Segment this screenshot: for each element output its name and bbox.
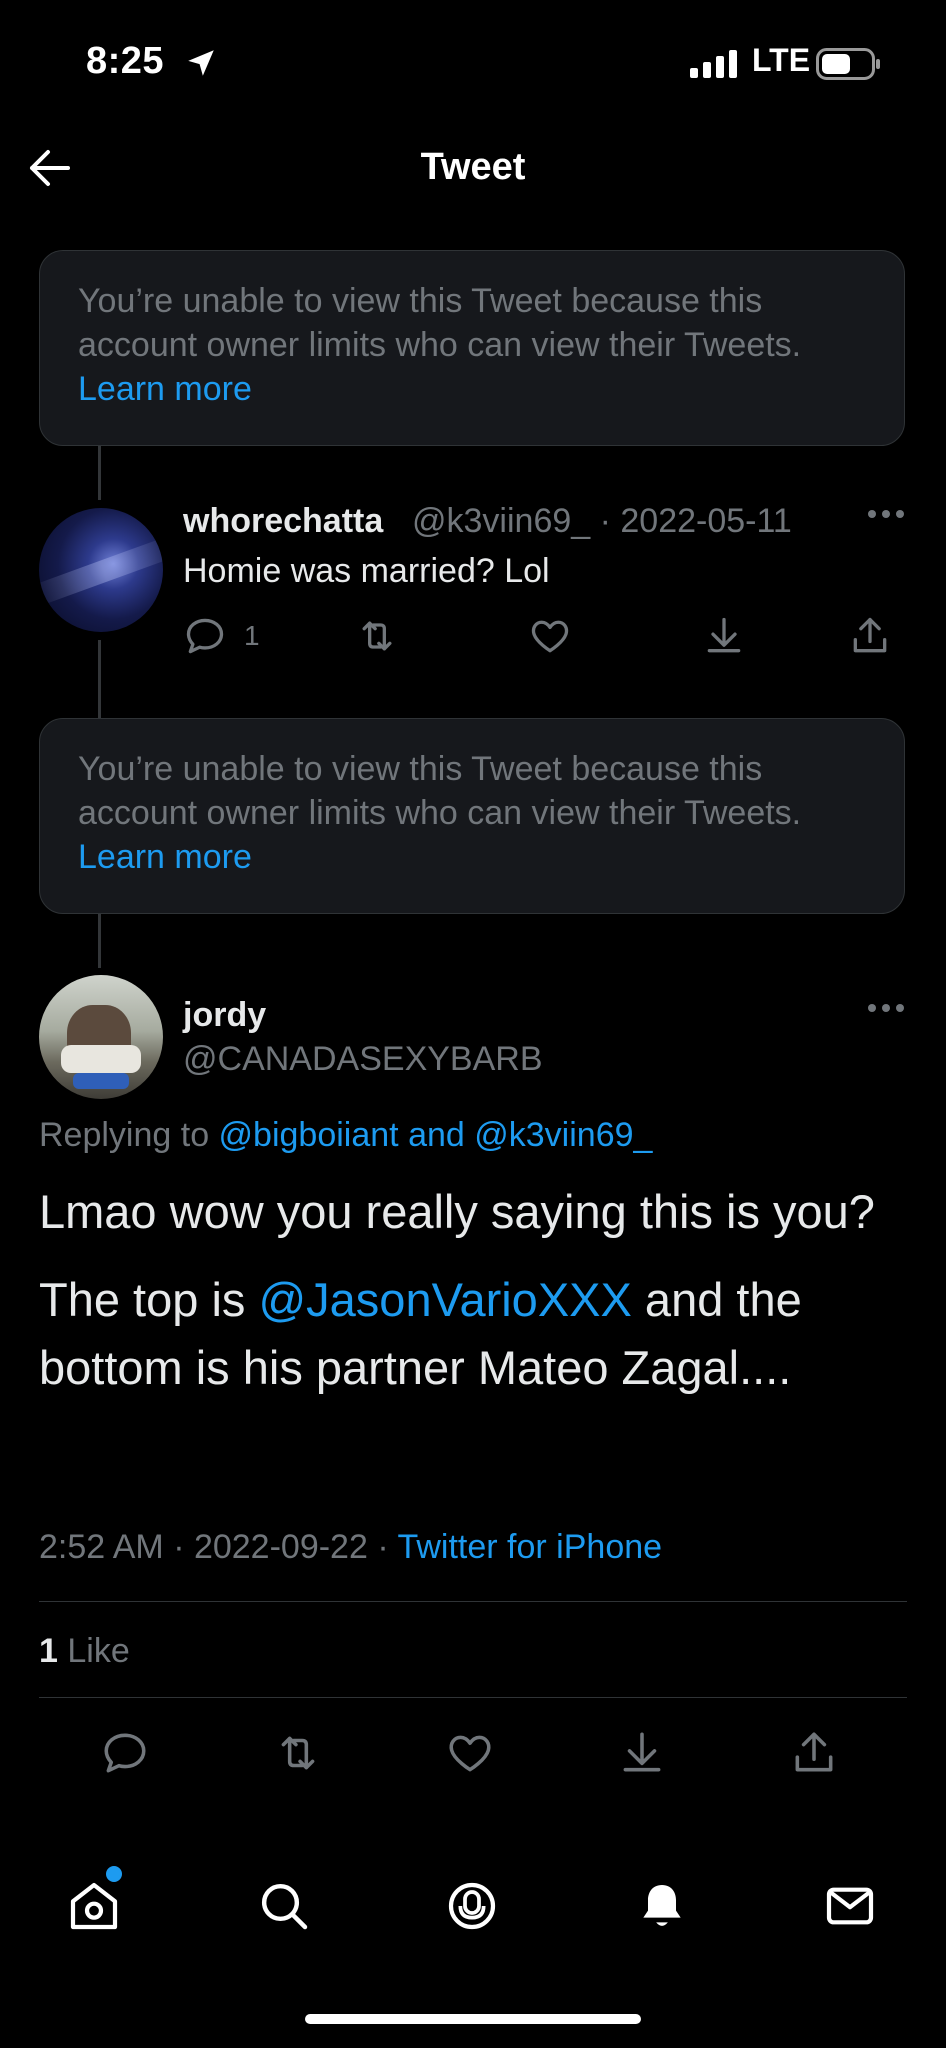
search-icon[interactable] — [256, 1878, 312, 1934]
thread-connector — [98, 640, 101, 718]
reply-icon[interactable] — [100, 1728, 150, 1778]
unavailable-message: You’re unable to view this Tweet because… — [78, 750, 802, 832]
more-options-icon[interactable] — [866, 508, 906, 520]
tweet-metadata: 2:52 AM · 2022-09-22 · Twitter for iPhon… — [39, 1528, 662, 1567]
like-count: 1 — [39, 1632, 58, 1670]
home-icon[interactable] — [66, 1878, 122, 1934]
messages-icon[interactable] — [822, 1878, 878, 1934]
home-indicator[interactable] — [305, 2014, 641, 2024]
page-title: Tweet — [420, 146, 526, 188]
tweet-text: Lmao wow you really saying this is you? … — [39, 1178, 899, 1422]
bookmark-download-icon[interactable] — [617, 1728, 667, 1778]
battery-icon — [816, 48, 882, 80]
thread-connector — [98, 446, 101, 500]
replying-to: Replying to @bigboiiant and @k3viin69_ — [39, 1116, 652, 1155]
bookmark-download-icon[interactable] — [702, 614, 746, 658]
likes-summary[interactable]: 1 Like — [39, 1632, 130, 1671]
notifications-icon[interactable] — [634, 1878, 690, 1934]
tweet-paragraph: The top is @JasonVarioXXX and the bottom… — [39, 1266, 899, 1402]
mention-link[interactable]: @bigboiiant — [219, 1116, 399, 1154]
spaces-icon[interactable] — [444, 1878, 500, 1934]
divider — [39, 1601, 907, 1602]
reply-count: 1 — [244, 620, 260, 651]
mention-link[interactable]: @JasonVarioXXX — [258, 1273, 631, 1326]
share-icon[interactable] — [789, 1728, 839, 1778]
retweet-icon[interactable] — [272, 1728, 324, 1778]
retweet-icon[interactable] — [354, 614, 400, 658]
text-segment: The top is — [39, 1273, 259, 1326]
unavailable-message: You’re unable to view this Tweet because… — [78, 282, 802, 364]
avatar[interactable] — [39, 975, 163, 1099]
divider — [39, 1697, 907, 1698]
reply-author-name[interactable]: whorechatta — [183, 502, 383, 541]
network-type: LTE — [752, 42, 811, 78]
learn-more-link[interactable]: Learn more — [78, 835, 866, 879]
location-arrow-icon — [184, 46, 218, 80]
replying-prefix: Replying to — [39, 1116, 219, 1154]
like-icon[interactable] — [528, 614, 572, 658]
unavailable-tweet-card: You’re unable to view this Tweet because… — [39, 718, 905, 914]
tweet-source-link[interactable]: Twitter for iPhone — [397, 1528, 662, 1566]
share-icon[interactable] — [848, 614, 892, 658]
reply-author-handle-date: @k3viin69_ · 2022-05-11 — [412, 502, 792, 540]
avatar[interactable] — [39, 508, 163, 632]
tweet-paragraph: Lmao wow you really saying this is you? — [39, 1185, 875, 1238]
signal-strength-icon — [690, 50, 740, 78]
author-name[interactable]: jordy — [183, 996, 266, 1035]
mention-link[interactable]: @k3viin69_ — [474, 1116, 652, 1154]
like-label: Like — [57, 1632, 130, 1670]
status-time: 8:25 — [86, 40, 165, 82]
unavailable-tweet-card: You’re unable to view this Tweet because… — [39, 250, 905, 446]
replying-and: and — [398, 1116, 475, 1154]
reply-tweet-text: Homie was married? Lol — [183, 552, 550, 590]
thread-connector — [98, 914, 101, 968]
learn-more-link[interactable]: Learn more — [78, 367, 866, 411]
author-handle[interactable]: @CANADASEXYBARB — [183, 1040, 543, 1079]
like-icon[interactable] — [445, 1728, 495, 1778]
tweet-timestamp: 2:52 AM · 2022-09-22 · — [39, 1528, 398, 1566]
unread-indicator — [106, 1866, 122, 1882]
reply-icon[interactable] — [183, 614, 227, 658]
more-options-icon[interactable] — [866, 1002, 906, 1014]
